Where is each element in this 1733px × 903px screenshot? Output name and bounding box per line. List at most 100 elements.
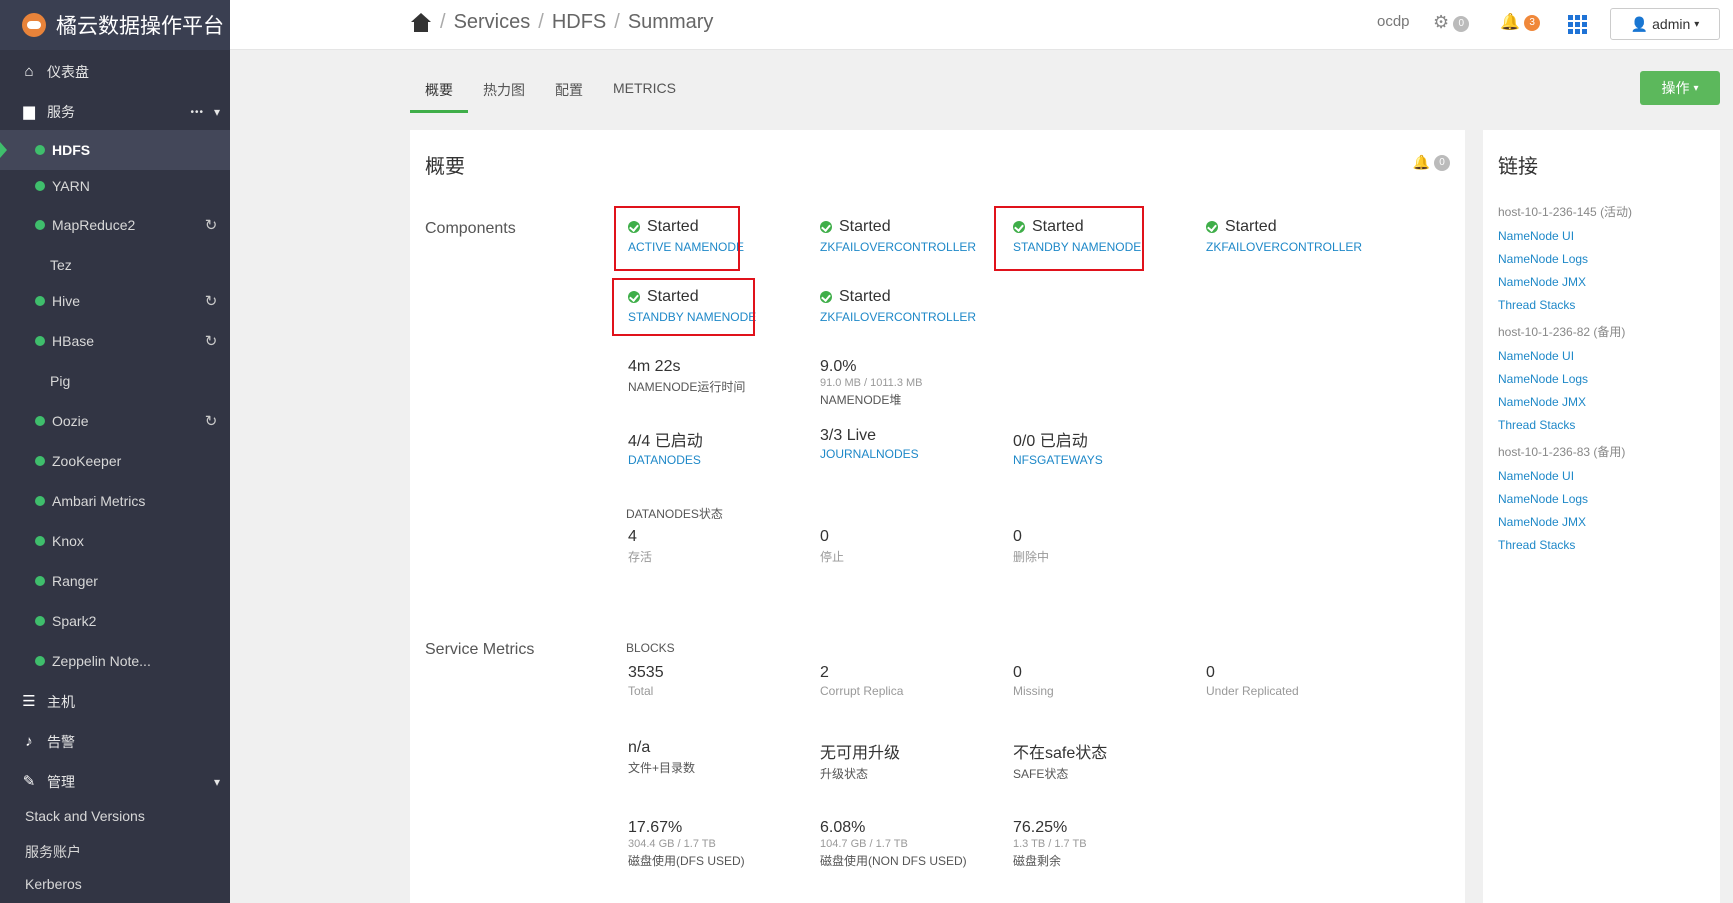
- disk-detail: 1.3 TB / 1.7 TB: [1013, 838, 1087, 850]
- sidebar-service-item[interactable]: Pig: [0, 369, 230, 393]
- sidebar-service-item[interactable]: HDFS: [0, 130, 230, 170]
- nav-services[interactable]: ▆ 服务 ••• ▾: [0, 100, 230, 124]
- user-icon: 👤: [1630, 15, 1649, 32]
- blocks-corrupt: 2 Corrupt Replica: [820, 664, 903, 698]
- service-alerts[interactable]: 🔔 0: [1413, 154, 1450, 172]
- refresh-icon[interactable]: ↻: [202, 412, 220, 430]
- brand[interactable]: 橘云数据操作平台: [0, 0, 230, 50]
- nfsgateways-link[interactable]: NFSGATEWAYS: [1013, 453, 1103, 467]
- uptime-label: NAMENODE运行时间: [628, 380, 746, 394]
- link-namenode-ui[interactable]: NameNode UI: [1498, 229, 1574, 243]
- disk-label: 磁盘使用(NON DFS USED): [820, 854, 967, 868]
- briefcase-icon: ▆: [23, 103, 35, 120]
- upgrade-status: 无可用升级 升级状态: [820, 739, 900, 782]
- nav-alerts-label: 告警: [47, 734, 75, 750]
- admin-link-kerberos[interactable]: Kerberos: [25, 876, 82, 892]
- home-icon[interactable]: [410, 12, 432, 33]
- datanodes-live: 4/4 已启动 DATANODES: [628, 427, 703, 467]
- refresh-icon[interactable]: ↻: [202, 292, 220, 310]
- sidebar-service-item[interactable]: Ambari Metrics: [0, 489, 230, 513]
- sidebar-service-item[interactable]: Ranger: [0, 569, 230, 593]
- datanodes-link[interactable]: DATANODES: [628, 453, 703, 467]
- heap-label: NAMENODE堆: [820, 393, 902, 407]
- link-namenode-jmx[interactable]: NameNode JMX: [1498, 395, 1586, 409]
- chevron-down-icon[interactable]: ▾: [214, 105, 220, 119]
- link-namenode-ui[interactable]: NameNode UI: [1498, 349, 1574, 363]
- sidebar-service-label: Spark2: [52, 613, 97, 629]
- component-link[interactable]: ZKFAILOVERCONTROLLER: [820, 310, 976, 324]
- nav-admin[interactable]: ✎ 管理 ▾: [0, 770, 230, 794]
- sidebar-service-item[interactable]: Spark2: [0, 609, 230, 633]
- blocks-value: 0: [1013, 664, 1022, 681]
- component-zkfc: Started ZKFAILOVERCONTROLLER: [820, 288, 976, 324]
- apps-grid-icon[interactable]: [1568, 15, 1588, 34]
- sidebar-service-label: HDFS: [52, 142, 91, 158]
- status-value: 4: [628, 528, 637, 545]
- wrench-icon: ✎: [22, 773, 36, 790]
- refresh-icon[interactable]: ↻: [202, 216, 220, 234]
- journalnodes-link[interactable]: JOURNALNODES: [820, 447, 919, 461]
- heap-detail: 91.0 MB / 1011.3 MB: [820, 377, 923, 389]
- tab-metrics[interactable]: METRICS: [598, 78, 691, 113]
- component-zkfc: Started ZKFAILOVERCONTROLLER: [820, 218, 976, 254]
- link-namenode-logs[interactable]: NameNode Logs: [1498, 252, 1588, 266]
- safe-label: SAFE状态: [1013, 767, 1069, 781]
- link-namenode-jmx[interactable]: NameNode JMX: [1498, 275, 1586, 289]
- chevron-down-icon[interactable]: ▾: [214, 775, 220, 789]
- breadcrumb-hdfs[interactable]: HDFS: [552, 11, 606, 34]
- sidebar-service-item[interactable]: MapReduce2 ↻: [0, 213, 230, 237]
- alerts-badge: 3: [1524, 15, 1541, 32]
- tab-configs[interactable]: 配置: [540, 78, 598, 113]
- component-link[interactable]: ZKFAILOVERCONTROLLER: [1206, 240, 1362, 254]
- link-thread-stacks[interactable]: Thread Stacks: [1498, 298, 1575, 312]
- actions-button[interactable]: 操作 ▾: [1640, 71, 1720, 105]
- admin-link-service-accounts[interactable]: 服务账户: [25, 842, 81, 862]
- tab-heatmaps[interactable]: 热力图: [468, 78, 540, 113]
- component-status: Started: [839, 288, 891, 305]
- uptime-value: 4m 22s: [628, 358, 681, 375]
- nav-dashboard[interactable]: ⌂ 仪表盘: [0, 60, 230, 84]
- breadcrumb-services[interactable]: Services: [454, 11, 531, 34]
- component-link[interactable]: ZKFAILOVERCONTROLLER: [820, 240, 976, 254]
- nav-alerts[interactable]: ♪ 告警: [0, 730, 230, 754]
- sidebar-service-label: HBase: [52, 333, 95, 349]
- files-value: n/a: [628, 739, 651, 756]
- ops-indicator[interactable]: ⚙ 0: [1433, 12, 1470, 33]
- link-thread-stacks[interactable]: Thread Stacks: [1498, 538, 1575, 552]
- sidebar-service-label: Tez: [50, 257, 72, 273]
- sidebar-service-item[interactable]: Tez: [0, 253, 230, 277]
- link-namenode-jmx[interactable]: NameNode JMX: [1498, 515, 1586, 529]
- sidebar-service-item[interactable]: Knox: [0, 529, 230, 553]
- component-status: Started: [839, 218, 891, 235]
- tab-summary[interactable]: 概要: [410, 78, 468, 113]
- user-menu-button[interactable]: 👤 admin ▾: [1610, 8, 1720, 40]
- status-label: 存活: [628, 550, 653, 564]
- sidebar-service-item[interactable]: Oozie ↻: [0, 409, 230, 433]
- link-thread-stacks[interactable]: Thread Stacks: [1498, 418, 1575, 432]
- namenode-uptime: 4m 22s NAMENODE运行时间: [628, 358, 745, 395]
- status-value: 0: [1013, 528, 1022, 545]
- check-icon: [820, 291, 832, 303]
- datanode-status-dead: 0 停止: [820, 528, 844, 565]
- sidebar-service-item[interactable]: YARN: [0, 174, 230, 198]
- sidebar-service-item[interactable]: HBase ↻: [0, 329, 230, 353]
- link-namenode-logs[interactable]: NameNode Logs: [1498, 492, 1588, 506]
- refresh-icon[interactable]: ↻: [202, 332, 220, 350]
- alerts-indicator[interactable]: 🔔 3: [1500, 12, 1541, 32]
- sidebar-service-item[interactable]: Zeppelin Note...: [0, 649, 230, 673]
- sidebar-service-item[interactable]: Hive ↻: [0, 289, 230, 313]
- status-dot-icon: [35, 656, 45, 666]
- more-icon[interactable]: •••: [190, 107, 204, 118]
- blocks-total: 3535 Total: [628, 664, 664, 698]
- sidebar-service-label: Knox: [52, 533, 84, 549]
- link-namenode-ui[interactable]: NameNode UI: [1498, 469, 1574, 483]
- admin-link-stack[interactable]: Stack and Versions: [25, 808, 145, 824]
- nav-hosts[interactable]: ☰ 主机: [0, 690, 230, 714]
- sidebar-service-label: Zeppelin Note...: [52, 653, 151, 669]
- ops-badge: 0: [1453, 16, 1470, 33]
- datanode-status-decommissioning: 0 删除中: [1013, 528, 1049, 565]
- link-namenode-logs[interactable]: NameNode Logs: [1498, 372, 1588, 386]
- blocks-label: Total: [628, 684, 654, 698]
- sidebar-service-item[interactable]: ZooKeeper: [0, 449, 230, 473]
- blocks-under-replicated: 0 Under Replicated: [1206, 664, 1299, 698]
